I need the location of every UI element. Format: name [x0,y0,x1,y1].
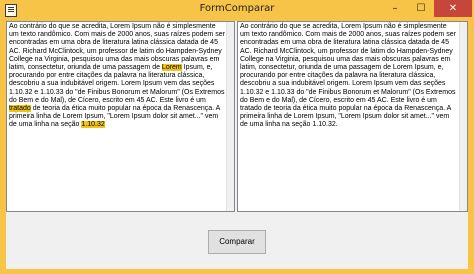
left-text-part: de teoria da ética muito popular na époc… [9,105,220,129]
minimize-button[interactable]: – [382,0,408,17]
left-scrollbar[interactable] [226,22,234,211]
right-textbox[interactable]: Ao contrário do que se acredita, Lorem I… [237,21,468,212]
title-bar[interactable]: FormComparar – ☐ ✕ [0,0,474,21]
highlight-tratado: tratado [9,105,31,113]
close-button[interactable]: ✕ [434,0,472,17]
right-text: Ao contrário do que se acredita, Lorem I… [240,23,456,129]
highlight-lorem: Lorem [161,64,182,72]
maximize-button[interactable]: ☐ [408,0,434,17]
highlight-section: 1.10.32 [81,121,105,129]
compare-button[interactable]: Comparar [208,230,266,254]
form-window: FormComparar – ☐ ✕ Ao contrário do que s… [0,0,474,274]
right-scrollbar[interactable] [459,22,467,211]
left-textbox[interactable]: Ao contrário do que se acredita, Lorem I… [6,21,235,212]
form-client-area: Ao contrário do que se acredita, Lorem I… [6,21,468,269]
